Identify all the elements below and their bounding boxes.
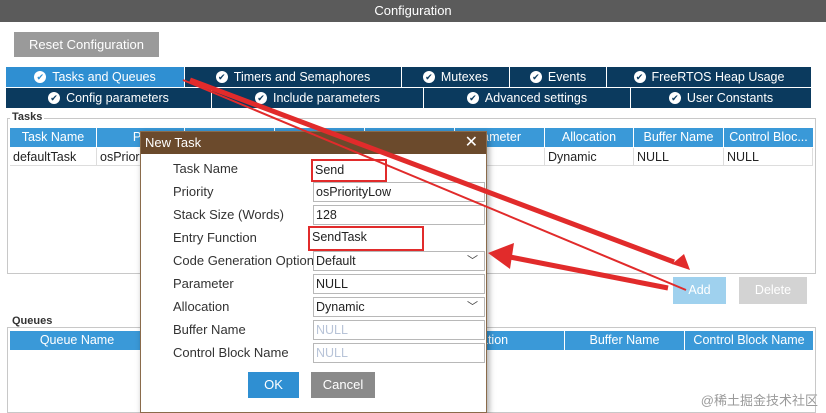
annotation-arrows — [182, 77, 690, 291]
annotation-arrow-head — [672, 254, 690, 270]
annotation-line — [189, 77, 675, 265]
watermark: @稀土掘金技术社区 — [700, 393, 818, 408]
annotation-arrow-head — [488, 243, 514, 269]
annotation-line — [182, 79, 687, 291]
